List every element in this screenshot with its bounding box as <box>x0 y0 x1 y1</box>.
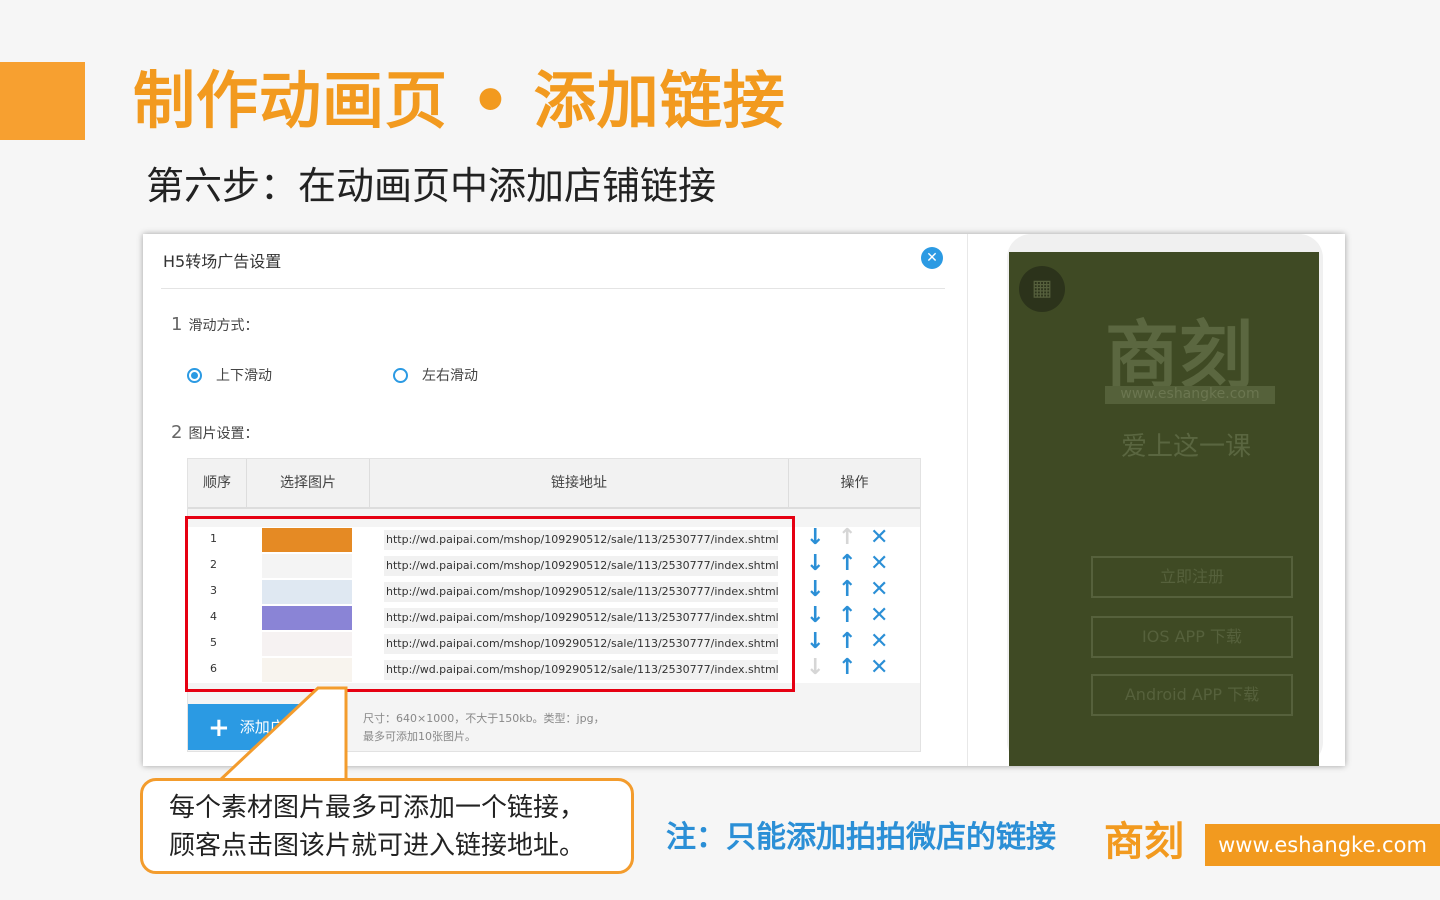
hint-line: 尺寸：640×1000，不大于150kb。类型：jpg， <box>363 712 605 725</box>
store-icon: ▦ <box>1019 266 1065 312</box>
col-link: 链接地址 <box>370 459 789 507</box>
section-slide-mode: 1 滑动方式： <box>171 314 258 335</box>
radio-horizontal-slide[interactable]: 左右滑动 <box>393 365 478 385</box>
close-icon[interactable]: ✕ <box>921 247 943 269</box>
ios-download-button[interactable]: IOS APP 下载 <box>1091 616 1293 658</box>
add-ad-label: 添加广告 <box>239 718 300 736</box>
radio-unchecked-icon <box>393 367 408 383</box>
delete-icon[interactable]: ✕ <box>870 629 888 654</box>
move-down-icon[interactable]: ↓ <box>806 629 824 654</box>
brand-url: www.eshangke.com <box>1205 824 1440 866</box>
section-image-settings: 2 图片设置： <box>171 422 258 443</box>
move-up-icon[interactable]: ↑ <box>838 603 856 628</box>
section-number: 2 <box>171 422 183 443</box>
note-text: 注：只能添加拍拍微店的链接 <box>666 820 1056 855</box>
callout-line: 顾客点击图该片就可进入链接地址。 <box>169 831 586 861</box>
move-up-icon: ↑ <box>838 525 857 550</box>
dialog-title: H5转场广告设置 <box>163 252 282 271</box>
delete-icon[interactable]: ✕ <box>870 655 888 680</box>
move-down-icon[interactable]: ↓ <box>806 603 824 628</box>
register-button[interactable]: 立即注册 <box>1091 556 1293 598</box>
col-actions: 操作 <box>840 475 869 491</box>
col-order: 顺序 <box>188 459 247 507</box>
hint-line: 最多可添加10张图片。 <box>363 730 476 743</box>
highlight-box <box>185 516 795 692</box>
col-image: 选择图片 <box>247 459 370 507</box>
delete-icon[interactable]: ✕ <box>870 603 888 628</box>
move-down-icon[interactable]: ↓ <box>806 577 824 602</box>
plus-icon: + <box>208 712 230 743</box>
radio-label: 左右滑动 <box>422 368 478 384</box>
move-up-icon[interactable]: ↑ <box>838 629 856 654</box>
callout-box: 每个素材图片最多可添加一个链接， 顾客点击图该片就可进入链接地址。 <box>140 778 634 874</box>
move-down-icon[interactable]: ↓ <box>806 551 824 576</box>
radio-label: 上下滑动 <box>216 368 272 384</box>
move-down-icon[interactable]: ↓ <box>806 525 824 550</box>
divider <box>967 234 968 766</box>
divider <box>161 288 945 289</box>
move-up-icon[interactable]: ↑ <box>838 551 856 576</box>
phone-slogan: 爱上这一课 <box>1121 432 1252 462</box>
title-accent-block <box>0 62 85 140</box>
delete-icon[interactable]: ✕ <box>870 525 888 550</box>
upload-hint: 尺寸：640×1000，不大于150kb。类型：jpg， 最多可添加10张图片。 <box>363 710 605 746</box>
settings-screenshot: H5转场广告设置 ✕ 1 滑动方式： 上下滑动 左右滑动 2 图片设置： 顺序 选择… <box>143 234 1345 766</box>
section-number: 1 <box>171 314 183 335</box>
radio-checked-icon <box>187 367 202 383</box>
section-label: 滑动方式： <box>188 318 259 334</box>
phone-logo-url: www.eshangke.com <box>1105 386 1275 404</box>
step-heading: 第六步：在动画页中添加店铺链接 <box>146 164 717 208</box>
section-label: 图片设置： <box>188 426 259 442</box>
delete-icon[interactable]: ✕ <box>870 577 888 602</box>
move-up-icon[interactable]: ↑ <box>838 577 856 602</box>
phone-preview-screen: ▦ 商刻 www.eshangke.com 爱上这一课 立即注册 IOS APP… <box>1009 252 1319 766</box>
move-down-icon: ↓ <box>806 655 825 680</box>
brand-logo: 商刻 <box>1104 819 1184 865</box>
android-download-button[interactable]: Android APP 下载 <box>1091 674 1293 716</box>
callout-line: 每个素材图片最多可添加一个链接， <box>169 793 586 823</box>
table-header: 顺序 选择图片 链接地址 操作 <box>188 459 920 509</box>
add-ad-button[interactable]: + 添加广告 <box>188 704 316 750</box>
callout-text: 每个素材图片最多可添加一个链接， 顾客点击图该片就可进入链接地址。 <box>169 789 585 865</box>
delete-icon[interactable]: ✕ <box>870 551 888 576</box>
radio-vertical-slide[interactable]: 上下滑动 <box>187 365 272 385</box>
slide-title: 制作动画页 • 添加链接 <box>133 64 786 137</box>
move-up-icon[interactable]: ↑ <box>838 655 856 680</box>
